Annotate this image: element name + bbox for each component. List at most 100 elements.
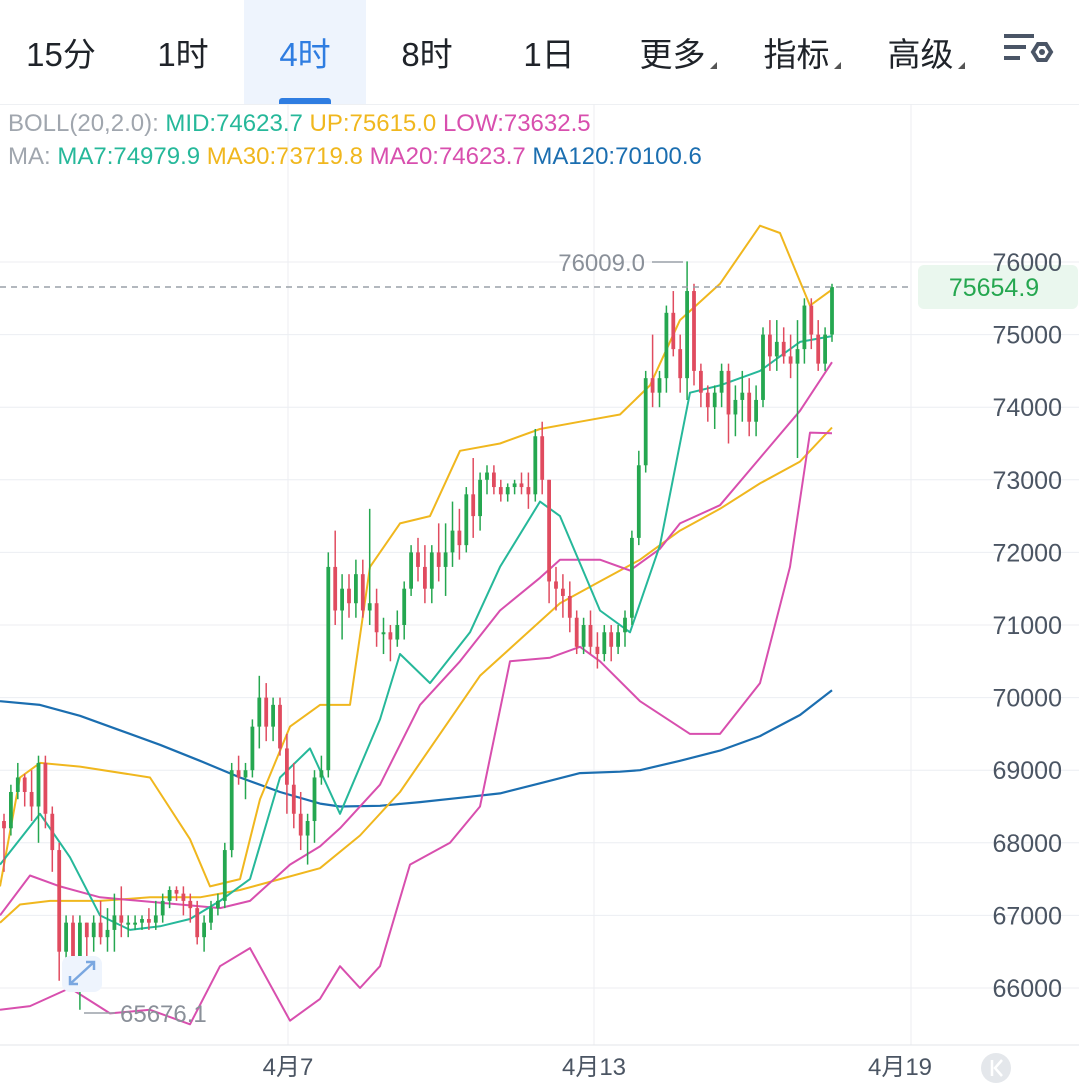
candle [719, 363, 724, 408]
candle-body [526, 487, 531, 495]
dropdown-caret-icon [833, 61, 841, 69]
candle [478, 472, 482, 531]
candle-body [388, 632, 393, 640]
candle [671, 291, 676, 357]
candle [685, 261, 689, 400]
candle-body [298, 813, 303, 836]
tab-8h[interactable]: 8时 [366, 0, 488, 104]
candle-body [498, 487, 503, 495]
expand-icon [62, 956, 102, 992]
candle-body [285, 748, 289, 785]
scroll-latest-button[interactable] [981, 1053, 1011, 1083]
candle [250, 719, 255, 778]
candle [57, 842, 62, 981]
candle [374, 588, 379, 647]
tab-15m[interactable]: 15分 [0, 0, 122, 104]
candle [216, 893, 220, 916]
candle-body [554, 581, 558, 589]
candle-body [671, 312, 676, 350]
candle [733, 385, 738, 437]
candle [298, 791, 303, 851]
candle-body [22, 777, 27, 792]
tab-4h[interactable]: 4时 [244, 0, 366, 104]
candle [616, 625, 620, 655]
candle-body [312, 777, 317, 822]
candle [305, 813, 310, 865]
candle-body [243, 770, 248, 778]
candle [381, 617, 386, 655]
y-tick-label: 74000 [992, 394, 1062, 422]
candle-body [436, 552, 441, 567]
candle [650, 334, 655, 408]
y-tick-label: 68000 [992, 830, 1062, 858]
candle-body [588, 625, 593, 647]
candle [291, 762, 296, 829]
candle-body [160, 900, 165, 916]
candle [354, 559, 358, 618]
candle [540, 421, 545, 495]
candle-body [15, 777, 20, 792]
y-tick-label: 76000 [992, 249, 1062, 277]
candle-body [505, 487, 510, 495]
candle-body [761, 334, 765, 400]
min-price-label: 65676.1 [120, 1001, 207, 1028]
ma7-line [0, 335, 833, 931]
tab-indicators[interactable]: 指标 [744, 0, 860, 104]
tab-1d[interactable]: 1日 [488, 0, 610, 104]
candle [360, 559, 365, 618]
candle-body [630, 537, 634, 618]
candle [347, 574, 351, 618]
candle [257, 675, 262, 749]
candle [802, 298, 807, 364]
y-tick-label: 73000 [992, 467, 1062, 495]
candle-body [326, 566, 331, 771]
candle [43, 755, 48, 829]
candle [429, 545, 434, 604]
tab-more[interactable]: 更多 [620, 0, 736, 104]
candle-body [29, 791, 34, 807]
candle-body [119, 915, 124, 923]
candle-body [167, 889, 172, 901]
candle-body [354, 574, 358, 604]
candle-body [643, 378, 648, 466]
candle [595, 632, 600, 669]
candle-body [740, 392, 745, 400]
candle-body [381, 632, 386, 635]
ma120-line [0, 689, 833, 808]
candle-body [423, 566, 427, 589]
candle-body [133, 922, 137, 925]
candle [602, 625, 607, 662]
tab-advanced[interactable]: 高级 [868, 0, 984, 104]
candle [195, 900, 200, 945]
candle-body [264, 697, 269, 727]
chart-settings-icon[interactable] [1000, 30, 1056, 76]
candle-body [685, 291, 689, 379]
candle-body [409, 552, 413, 589]
candle [22, 773, 27, 807]
candle-body [140, 919, 144, 923]
candle-body [402, 588, 407, 625]
candle [333, 530, 338, 625]
y-tick-label: 72000 [992, 539, 1062, 567]
candle [340, 574, 344, 640]
candle-body [567, 595, 572, 618]
candle-body [747, 392, 752, 422]
candle-body [774, 341, 779, 357]
candle [699, 363, 703, 408]
candle-body [781, 341, 786, 357]
boll-lower-line [0, 431, 833, 1026]
tab-1h[interactable]: 1时 [122, 0, 244, 104]
candle [312, 770, 317, 843]
candle [547, 479, 551, 604]
y-tick-label: 70000 [992, 685, 1062, 713]
candle-body [443, 552, 448, 567]
candle-body [50, 813, 55, 851]
candlestick-chart[interactable]: 75654.9 76009.0 65676.1 76000 75000 74000 730… [0, 104, 1079, 1084]
candle [402, 581, 407, 640]
candle-body [147, 919, 151, 923]
candle [823, 327, 827, 371]
candle-body [333, 566, 338, 611]
candle-body [64, 922, 68, 952]
last-price-label: 75654.9 [949, 274, 1039, 302]
candle-body [471, 494, 476, 517]
